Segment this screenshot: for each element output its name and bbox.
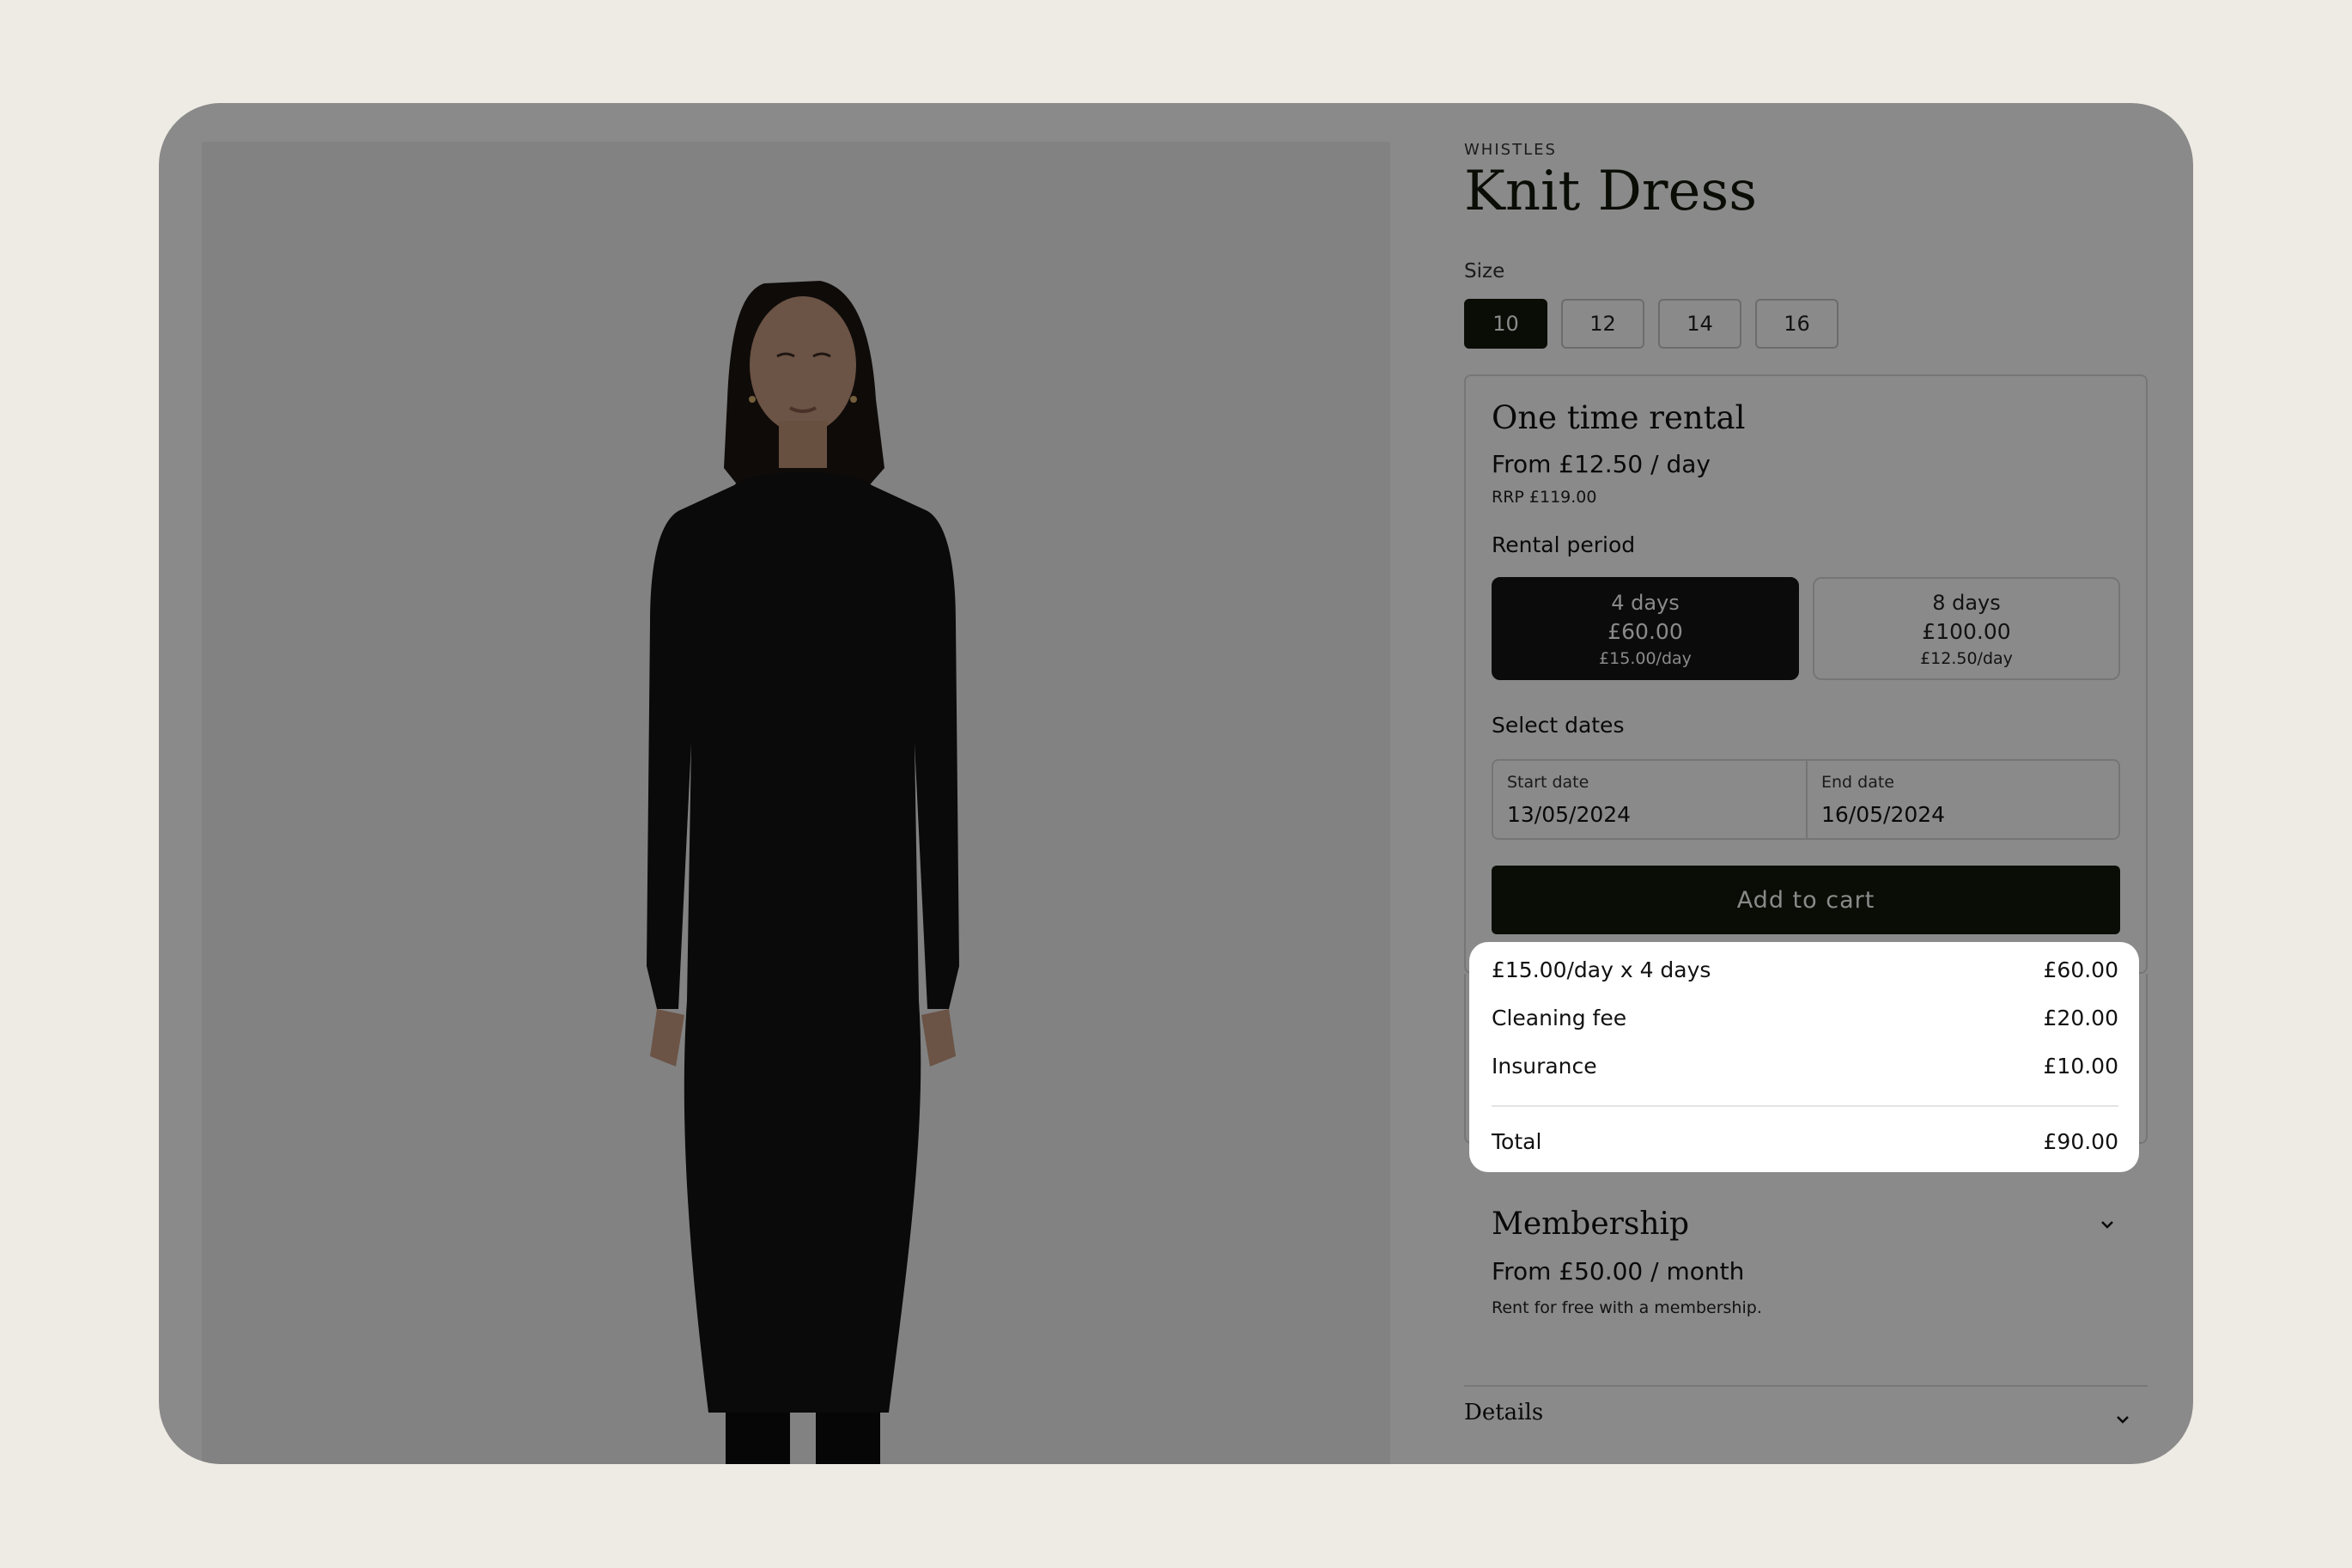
- membership-price: From £50.00 / month: [1492, 1257, 1745, 1285]
- period-days: 8 days: [1932, 591, 2001, 615]
- rental-period-label: Rental period: [1492, 532, 1636, 557]
- details-divider: [1464, 1385, 2148, 1387]
- rental-period-4-days[interactable]: 4 days £60.00 £15.00/day: [1492, 577, 1799, 680]
- size-label: Size: [1464, 260, 1505, 283]
- size-option-12[interactable]: 12: [1561, 299, 1644, 349]
- breakdown-row: Cleaning fee £20.00: [1492, 1006, 2118, 1030]
- size-option-10[interactable]: 10: [1464, 299, 1547, 349]
- size-option-16[interactable]: 16: [1755, 299, 1838, 349]
- product-page: WHISTLES Knit Dress Size 10 12 14 16 One…: [159, 103, 2193, 1464]
- breakdown-divider: [1492, 1105, 2118, 1107]
- rrp-price: RRP £119.00: [1492, 488, 1597, 507]
- period-per-day: £15.00/day: [1599, 649, 1692, 668]
- dress-model-image: [647, 281, 959, 1464]
- total-amount: £90.00: [2043, 1129, 2118, 1154]
- breakdown-row: Insurance £10.00: [1492, 1054, 2118, 1079]
- period-days: 4 days: [1611, 591, 1680, 615]
- period-total: £60.00: [1608, 619, 1683, 644]
- select-dates-label: Select dates: [1492, 713, 1625, 738]
- breakdown-label: Insurance: [1492, 1054, 1597, 1079]
- end-date-field[interactable]: End date 16/05/2024: [1808, 761, 2117, 838]
- breakdown-amount: £10.00: [2043, 1054, 2118, 1079]
- start-date-label: Start date: [1507, 773, 1589, 792]
- membership-title: Membership: [1492, 1206, 1690, 1242]
- device-frame: WHISTLES Knit Dress Size 10 12 14 16 One…: [159, 103, 2193, 1464]
- period-per-day: £12.50/day: [1920, 649, 2013, 668]
- period-total: £100.00: [1922, 619, 2011, 644]
- start-date-value: 13/05/2024: [1507, 802, 1632, 827]
- breakdown-total-row: Total £90.00: [1492, 1129, 2118, 1154]
- breakdown-amount: £60.00: [2043, 957, 2118, 982]
- rental-period-8-days[interactable]: 8 days £100.00 £12.50/day: [1813, 577, 2120, 680]
- brand-name: WHISTLES: [1464, 141, 1557, 159]
- breakdown-row: £15.00/day x 4 days £60.00: [1492, 957, 2118, 982]
- product-title: Knit Dress: [1464, 160, 1758, 223]
- rental-price: From £12.50 / day: [1492, 450, 1711, 478]
- breakdown-amount: £20.00: [2043, 1006, 2118, 1030]
- size-selector: 10 12 14 16: [1464, 299, 1838, 349]
- chevron-down-icon[interactable]: [2113, 1410, 2132, 1429]
- add-to-cart-button[interactable]: Add to cart: [1492, 866, 2120, 934]
- total-label: Total: [1492, 1129, 1542, 1154]
- size-option-14[interactable]: 14: [1658, 299, 1741, 349]
- membership-note: Rent for free with a membership.: [1492, 1298, 1762, 1317]
- chevron-down-icon[interactable]: [2098, 1215, 2117, 1234]
- breakdown-label: Cleaning fee: [1492, 1006, 1627, 1030]
- price-breakdown-popover: £15.00/day x 4 days £60.00 Cleaning fee …: [1469, 942, 2139, 1172]
- rental-title: One time rental: [1492, 399, 1746, 436]
- product-image: [202, 142, 1390, 1464]
- breakdown-label: £15.00/day x 4 days: [1492, 957, 1711, 982]
- details-title[interactable]: Details: [1464, 1400, 1543, 1425]
- date-range-picker: Start date 13/05/2024 End date 16/05/202…: [1492, 759, 2120, 840]
- end-date-value: 16/05/2024: [1821, 802, 1946, 827]
- end-date-label: End date: [1821, 773, 1894, 792]
- start-date-field[interactable]: Start date 13/05/2024: [1493, 761, 1802, 838]
